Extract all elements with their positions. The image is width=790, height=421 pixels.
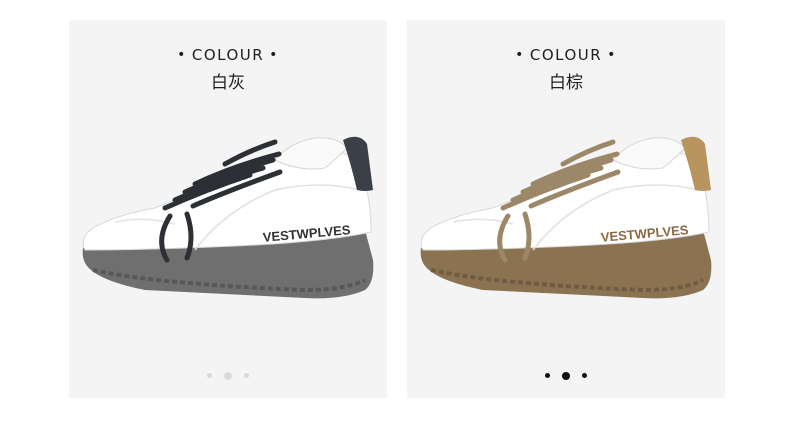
colour-heading-text: COLOUR xyxy=(191,46,265,64)
color-name-label: 白棕 xyxy=(549,73,583,93)
colour-heading: • COLOUR • xyxy=(407,46,725,64)
pager-dot-active[interactable] xyxy=(224,371,232,380)
pager-dot[interactable] xyxy=(244,373,249,378)
pager-dot[interactable] xyxy=(582,373,587,378)
bullet-dot-icon: • xyxy=(269,47,279,63)
carousel-pager xyxy=(69,370,387,380)
colour-heading-text: COLOUR xyxy=(529,46,603,64)
bullet-dot-icon: • xyxy=(607,47,617,63)
pager-dot-active[interactable] xyxy=(562,371,570,380)
pager-dot[interactable] xyxy=(207,373,212,378)
bullet-dot-icon: • xyxy=(515,47,525,63)
carousel-pager xyxy=(407,370,725,380)
shoe-image-white-brown: VESTWPLVES xyxy=(420,136,712,299)
color-name-label: 白灰 xyxy=(211,73,245,93)
product-color-panel-white-brown: • COLOUR • 白棕 VESTWPLVES xyxy=(407,20,725,398)
pager-dot[interactable] xyxy=(545,373,550,378)
product-color-panel-white-gray: • COLOUR • 白灰 VESTWPLVES xyxy=(69,20,387,398)
shoe-image-white-gray: VESTWPLVES xyxy=(82,136,374,299)
colour-heading: • COLOUR • xyxy=(69,46,387,64)
bullet-dot-icon: • xyxy=(177,47,187,63)
